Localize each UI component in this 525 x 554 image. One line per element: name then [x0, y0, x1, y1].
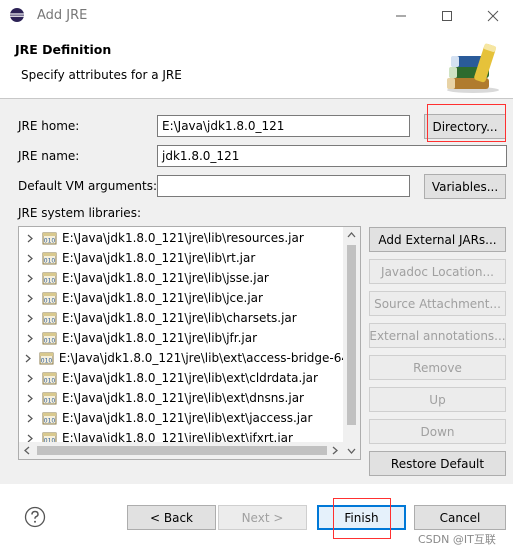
library-tree[interactable]: 010 E:\Java\jdk1.8.0_121\jre\lib\resource… [18, 226, 361, 460]
svg-text:010: 010 [44, 278, 56, 285]
svg-text:010: 010 [44, 378, 56, 385]
jar-file-icon: 010 [42, 231, 57, 245]
chevron-right-icon[interactable] [24, 414, 36, 423]
back-button[interactable]: < Back [127, 505, 216, 530]
source-attachment-button[interactable]: Source Attachment... [369, 291, 506, 316]
jar-file-icon: 010 [42, 371, 57, 385]
jar-file-icon: 010 [39, 351, 54, 365]
down-button[interactable]: Down [369, 419, 506, 444]
variables-button[interactable]: Variables... [424, 174, 506, 199]
svg-text:010: 010 [44, 238, 56, 245]
library-path: E:\Java\jdk1.8.0_121\jre\lib\rt.jar [62, 251, 256, 265]
library-path: E:\Java\jdk1.8.0_121\jre\lib\charsets.ja… [62, 311, 297, 325]
chevron-right-icon[interactable] [24, 354, 33, 363]
vertical-scrollbar[interactable] [343, 227, 360, 459]
jar-file-icon: 010 [42, 251, 57, 265]
chevron-right-icon[interactable] [24, 294, 36, 303]
library-path: E:\Java\jdk1.8.0_121\jre\lib\jfr.jar [62, 331, 258, 345]
title-bar: Add JRE [0, 0, 525, 32]
svg-text:010: 010 [44, 258, 56, 265]
library-row[interactable]: 010 E:\Java\jdk1.8.0_121\jre\lib\jsse.jar [19, 268, 349, 288]
books-library-icon [443, 38, 501, 94]
library-row[interactable]: 010 E:\Java\jdk1.8.0_121\jre\lib\resource… [19, 228, 349, 248]
jre-home-input[interactable]: E:\Java\jdk1.8.0_121 [157, 115, 410, 137]
svg-text:010: 010 [44, 298, 56, 305]
highlight-box-finish [333, 498, 391, 539]
jar-file-icon: 010 [42, 331, 57, 345]
highlight-box-directory [427, 104, 506, 142]
jre-name-input[interactable]: jdk1.8.0_121 [157, 145, 507, 167]
library-row[interactable]: 010 E:\Java\jdk1.8.0_121\jre\lib\ext\jacc… [19, 408, 349, 428]
next-button[interactable]: Next > [218, 505, 307, 530]
window-title: Add JRE [37, 8, 88, 23]
library-path: E:\Java\jdk1.8.0_121\jre\lib\ext\jaccess… [62, 411, 313, 425]
chevron-right-icon[interactable] [24, 314, 36, 323]
chevron-right-icon[interactable] [24, 254, 36, 263]
chevron-right-icon[interactable] [24, 334, 36, 343]
library-row[interactable]: 010 E:\Java\jdk1.8.0_121\jre\lib\charsets… [19, 308, 349, 328]
library-row[interactable]: 010 E:\Java\jdk1.8.0_121\jre\lib\jfr.jar [19, 328, 349, 348]
restore-default-button[interactable]: Restore Default [369, 451, 506, 476]
library-row[interactable]: 010 E:\Java\jdk1.8.0_121\jre\lib\jce.jar [19, 288, 349, 308]
chevron-right-icon[interactable] [24, 394, 36, 403]
page-subtitle: Specify attributes for a JRE [21, 68, 182, 82]
library-row[interactable]: 010 E:\Java\jdk1.8.0_121\jre\lib\ext\acce… [19, 348, 349, 368]
cancel-button[interactable]: Cancel [414, 505, 506, 530]
library-row[interactable]: 010 E:\Java\jdk1.8.0_121\jre\lib\ext\cldr… [19, 368, 349, 388]
libraries-label: JRE system libraries: [18, 206, 141, 220]
svg-text:010: 010 [44, 418, 56, 425]
jar-file-icon: 010 [42, 291, 57, 305]
svg-text:010: 010 [44, 398, 56, 405]
javadoc-location-button[interactable]: Javadoc Location... [369, 259, 506, 284]
chevron-right-icon[interactable] [24, 374, 36, 383]
vm-args-label: Default VM arguments: [18, 179, 158, 193]
jar-file-icon: 010 [42, 411, 57, 425]
external-annotations-button[interactable]: External annotations... [369, 323, 506, 348]
jre-name-label: JRE name: [18, 149, 80, 163]
horizontal-scrollbar[interactable] [19, 442, 343, 459]
wizard-header: JRE Definition Specify attributes for a … [0, 32, 525, 98]
svg-text:010: 010 [44, 318, 56, 325]
jar-file-icon: 010 [42, 311, 57, 325]
library-path: E:\Java\jdk1.8.0_121\jre\lib\jce.jar [62, 291, 263, 305]
add-external-jars-button[interactable]: Add External JARs... [369, 227, 506, 252]
close-button[interactable] [470, 0, 516, 32]
library-path: E:\Java\jdk1.8.0_121\jre\lib\ext\cldrdat… [62, 371, 318, 385]
question-circle-icon[interactable] [24, 506, 46, 528]
library-path: E:\Java\jdk1.8.0_121\jre\lib\jsse.jar [62, 271, 269, 285]
vm-args-input[interactable] [157, 175, 410, 197]
maximize-button[interactable] [424, 0, 470, 32]
jar-file-icon: 010 [42, 391, 57, 405]
chevron-right-icon[interactable] [24, 274, 36, 283]
chevron-right-icon[interactable] [24, 234, 36, 243]
jre-home-label: JRE home: [18, 119, 80, 133]
eclipse-app-icon [9, 7, 25, 23]
jar-file-icon: 010 [42, 271, 57, 285]
library-path: E:\Java\jdk1.8.0_121\jre\lib\ext\access-… [58, 351, 349, 365]
minimize-button[interactable] [378, 0, 424, 32]
remove-button[interactable]: Remove [369, 355, 506, 380]
svg-text:010: 010 [44, 338, 56, 345]
library-row[interactable]: 010 E:\Java\jdk1.8.0_121\jre\lib\ext\dnsn… [19, 388, 349, 408]
library-row[interactable]: 010 E:\Java\jdk1.8.0_121\jre\lib\rt.jar [19, 248, 349, 268]
library-path: E:\Java\jdk1.8.0_121\jre\lib\ext\dnsns.j… [62, 391, 304, 405]
page-title: JRE Definition [15, 42, 112, 57]
library-path: E:\Java\jdk1.8.0_121\jre\lib\resources.j… [62, 231, 304, 245]
watermark: CSDN @IT互联 [418, 533, 496, 546]
up-button[interactable]: Up [369, 387, 506, 412]
svg-text:010: 010 [41, 358, 53, 365]
